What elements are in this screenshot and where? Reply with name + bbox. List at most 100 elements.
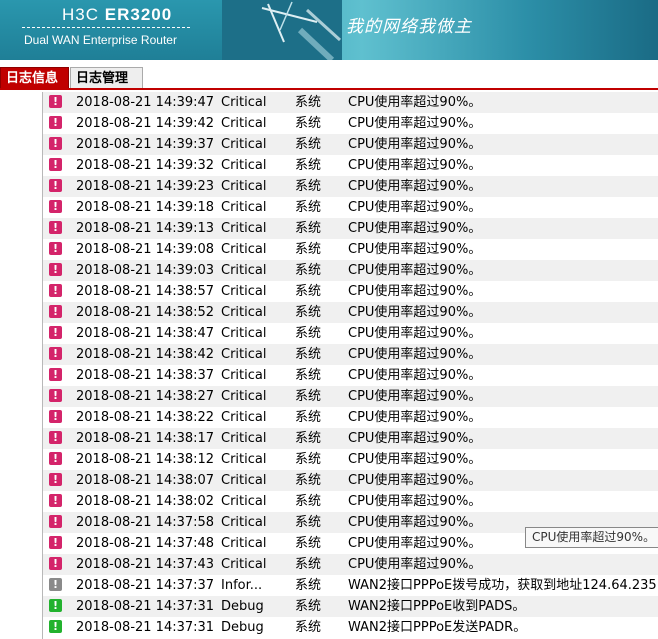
log-message: WAN2接口PPPoE收到PADS。: [348, 599, 526, 614]
log-time: 2018-08-21 14:39:47: [76, 95, 215, 110]
log-row[interactable]: ! 2018-08-21 14:39:37 Critical 系统 CPU使用率超过90…: [43, 134, 658, 155]
log-level: Critical: [221, 431, 267, 446]
log-row[interactable]: ! 2018-08-21 14:39:23 Critical 系统 CPU使用率超过90…: [43, 176, 658, 197]
log-message: CPU使用率超过90%。: [348, 431, 482, 446]
critical-level-icon: !: [49, 326, 62, 339]
tab-log-info[interactable]: 日志信息: [0, 67, 69, 88]
brand-model: ER3200: [104, 5, 173, 24]
log-time: 2018-08-21 14:39:32: [76, 158, 215, 173]
log-level: Critical: [221, 284, 267, 299]
log-row[interactable]: ! 2018-08-21 14:39:13 Critical 系统 CPU使用率超过90…: [43, 218, 658, 239]
log-table: ! 2018-08-21 14:39:47 Critical 系统 CPU使用率超过90…: [43, 92, 658, 638]
log-time: 2018-08-21 14:38:07: [76, 473, 215, 488]
pen-hand-icon: [222, 0, 342, 60]
critical-level-icon: !: [49, 242, 62, 255]
critical-level-icon: !: [49, 158, 62, 171]
banner-hand-graphic: [222, 0, 342, 60]
log-source: 系统: [295, 368, 322, 383]
log-time: 2018-08-21 14:37:48: [76, 536, 215, 551]
tab-bar: 日志信息 日志管理: [0, 60, 658, 90]
log-time: 2018-08-21 14:37:31: [76, 599, 215, 614]
log-time: 2018-08-21 14:37:31: [76, 620, 215, 635]
log-row[interactable]: ! 2018-08-21 14:39:08 Critical 系统 CPU使用率超过90…: [43, 239, 658, 260]
log-source: 系统: [295, 494, 322, 509]
log-message: CPU使用率超过90%。: [348, 137, 482, 152]
brand-subtitle: Dual WAN Enterprise Router: [24, 33, 177, 47]
log-time: 2018-08-21 14:39:03: [76, 263, 215, 278]
log-message: CPU使用率超过90%。: [348, 95, 482, 110]
critical-level-icon: !: [49, 452, 62, 465]
log-level: Critical: [221, 179, 267, 194]
log-level: Critical: [221, 536, 267, 551]
log-time: 2018-08-21 14:39:08: [76, 242, 215, 257]
log-time: 2018-08-21 14:38:57: [76, 284, 215, 299]
log-row[interactable]: ! 2018-08-21 14:39:32 Critical 系统 CPU使用率超过90…: [43, 155, 658, 176]
log-source: 系统: [295, 389, 322, 404]
log-level: Critical: [221, 515, 267, 530]
log-source: 系统: [295, 305, 322, 320]
log-level: Critical: [221, 557, 267, 572]
log-message: CPU使用率超过90%。: [348, 200, 482, 215]
log-row[interactable]: ! 2018-08-21 14:38:17 Critical 系统 CPU使用率超过90…: [43, 428, 658, 449]
log-row[interactable]: ! 2018-08-21 14:38:37 Critical 系统 CPU使用率超过90…: [43, 365, 658, 386]
log-message: CPU使用率超过90%。: [348, 179, 482, 194]
log-level: Critical: [221, 221, 267, 236]
log-time: 2018-08-21 14:37:37: [76, 578, 215, 593]
log-row[interactable]: ! 2018-08-21 14:37:37 Infor... 系统 WAN2接口PPPo…: [43, 575, 658, 596]
log-message: CPU使用率超过90%。: [348, 368, 482, 383]
log-message: WAN2接口PPPoE拨号成功，获取到地址124.64.235....: [348, 578, 658, 593]
debug-level-icon: !: [49, 620, 62, 633]
log-row[interactable]: ! 2018-08-21 14:39:42 Critical 系统 CPU使用率超过90…: [43, 113, 658, 134]
log-row[interactable]: ! 2018-08-21 14:38:47 Critical 系统 CPU使用率超过90…: [43, 323, 658, 344]
log-message: CPU使用率超过90%。: [348, 116, 482, 131]
log-level: Critical: [221, 263, 267, 278]
log-row[interactable]: ! 2018-08-21 14:39:47 Critical 系统 CPU使用率超过90…: [43, 92, 658, 113]
log-row[interactable]: ! 2018-08-21 14:39:03 Critical 系统 CPU使用率超过90…: [43, 260, 658, 281]
log-level: Critical: [221, 494, 267, 509]
tab-log-management[interactable]: 日志管理: [70, 67, 143, 88]
log-source: 系统: [295, 578, 322, 593]
log-message: CPU使用率超过90%。: [348, 452, 482, 467]
critical-level-icon: !: [49, 557, 62, 570]
log-row[interactable]: ! 2018-08-21 14:38:02 Critical 系统 CPU使用率超过90…: [43, 491, 658, 512]
log-time: 2018-08-21 14:38:42: [76, 347, 215, 362]
critical-level-icon: !: [49, 221, 62, 234]
log-row[interactable]: ! 2018-08-21 14:38:22 Critical 系统 CPU使用率超过90…: [43, 407, 658, 428]
log-level: Infor...: [221, 578, 263, 593]
log-message: CPU使用率超过90%。: [348, 158, 482, 173]
log-message: CPU使用率超过90%。: [348, 221, 482, 236]
log-source: 系统: [295, 116, 322, 131]
log-row[interactable]: ! 2018-08-21 14:37:31 Debug 系统 WAN2接口PPPoE收到…: [43, 596, 658, 617]
log-source: 系统: [295, 620, 322, 635]
critical-level-icon: !: [49, 200, 62, 213]
log-level: Critical: [221, 158, 267, 173]
log-time: 2018-08-21 14:39:42: [76, 116, 215, 131]
log-source: 系统: [295, 599, 322, 614]
log-level: Critical: [221, 242, 267, 257]
critical-level-icon: !: [49, 95, 62, 108]
log-message: CPU使用率超过90%。: [348, 242, 482, 257]
brand-title: H3C ER3200: [62, 5, 172, 25]
log-level: Critical: [221, 347, 267, 362]
log-row[interactable]: ! 2018-08-21 14:39:18 Critical 系统 CPU使用率超过90…: [43, 197, 658, 218]
banner-slogan: 我的网络我做主: [346, 17, 472, 37]
log-list-gutter: [0, 92, 43, 639]
critical-level-icon: !: [49, 410, 62, 423]
critical-level-icon: !: [49, 473, 62, 486]
log-row[interactable]: ! 2018-08-21 14:38:52 Critical 系统 CPU使用率超过90…: [43, 302, 658, 323]
log-row[interactable]: ! 2018-08-21 14:37:31 Debug 系统 WAN2接口PPPoE发送…: [43, 617, 658, 638]
critical-level-icon: !: [49, 305, 62, 318]
log-row[interactable]: ! 2018-08-21 14:37:43 Critical 系统 CPU使用率超过90…: [43, 554, 658, 575]
log-level: Critical: [221, 116, 267, 131]
log-message: CPU使用率超过90%。: [348, 473, 482, 488]
log-source: 系统: [295, 536, 322, 551]
log-level: Critical: [221, 368, 267, 383]
log-row[interactable]: ! 2018-08-21 14:38:27 Critical 系统 CPU使用率超过90…: [43, 386, 658, 407]
log-row[interactable]: ! 2018-08-21 14:38:07 Critical 系统 CPU使用率超过90…: [43, 470, 658, 491]
log-time: 2018-08-21 14:38:37: [76, 368, 215, 383]
log-row[interactable]: ! 2018-08-21 14:38:42 Critical 系统 CPU使用率超过90…: [43, 344, 658, 365]
log-row[interactable]: ! 2018-08-21 14:38:57 Critical 系统 CPU使用率超过90…: [43, 281, 658, 302]
log-row[interactable]: ! 2018-08-21 14:38:12 Critical 系统 CPU使用率超过90…: [43, 449, 658, 470]
critical-level-icon: !: [49, 137, 62, 150]
log-message: CPU使用率超过90%。: [348, 326, 482, 341]
